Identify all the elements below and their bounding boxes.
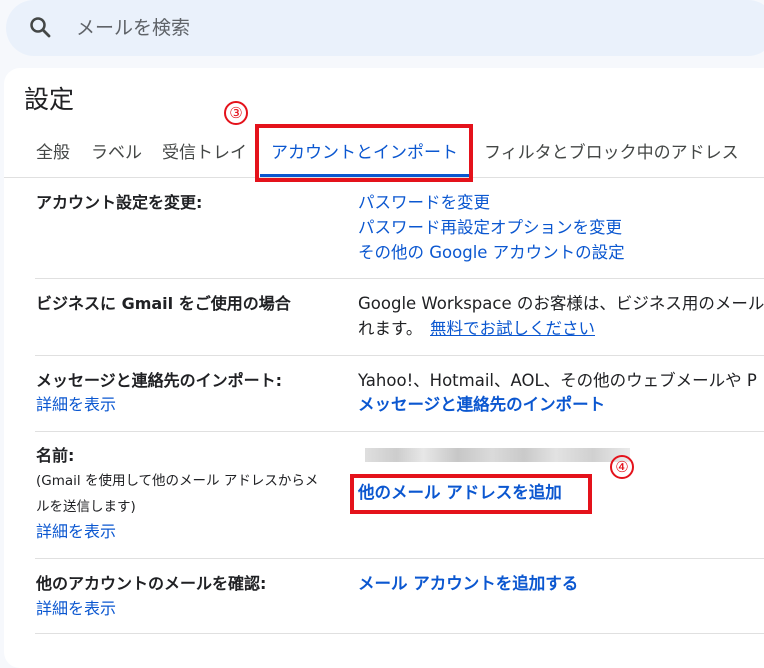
import-label: メッセージと連絡先のインポート: (36, 371, 283, 390)
step-4-marker: ④ (610, 455, 634, 479)
add-mail-account-link[interactable]: メール アカウントを追加する (358, 573, 578, 595)
row-divider (35, 633, 764, 634)
check-mail-label: 他のアカウントのメールを確認: (36, 574, 267, 593)
search-input[interactable]: メールを検索 (76, 15, 190, 41)
import-details-link[interactable]: 詳細を表示 (36, 394, 116, 416)
free-trial-link[interactable]: 無料でお試しください (430, 318, 595, 340)
tab-general[interactable]: 全般 (36, 142, 70, 164)
business-text-continued: れます。 (358, 319, 423, 338)
row-divider (35, 431, 764, 432)
import-description: Yahoo!、Hotmail、AOL、その他のウェブメールや P (358, 371, 757, 390)
name-description-continued: ルを送信します) (36, 499, 136, 515)
change-account-label: アカウント設定を変更: (36, 193, 203, 212)
step-3-marker: ③ (224, 101, 248, 125)
business-text: Google Workspace のお客様は、ビジネス用のメール (358, 294, 764, 313)
callout-box-step3 (255, 124, 473, 182)
tab-filters-and-blocked[interactable]: フィルタとブロック中のアドレス (484, 142, 739, 164)
row-divider (35, 278, 764, 279)
name-description: (Gmail を使用して他のメール アドレスからメ (36, 473, 319, 489)
tab-inbox[interactable]: 受信トレイ (162, 142, 247, 164)
change-password-link[interactable]: パスワードを変更 (358, 192, 490, 214)
password-recovery-link[interactable]: パスワード再設定オプションを変更 (358, 217, 622, 239)
callout-box-step4 (350, 474, 592, 514)
row-divider (35, 558, 764, 559)
name-label: 名前: (36, 446, 75, 465)
business-label: ビジネスに Gmail をご使用の場合 (36, 294, 291, 313)
search-icon[interactable] (28, 15, 52, 39)
google-account-settings-link[interactable]: その他の Google アカウントの設定 (358, 242, 625, 264)
check-mail-details-link[interactable]: 詳細を表示 (36, 598, 116, 620)
name-details-link[interactable]: 詳細を表示 (36, 521, 116, 543)
row-divider (35, 355, 764, 356)
import-messages-contacts-link[interactable]: メッセージと連絡先のインポート (358, 394, 605, 416)
redacted-name (365, 448, 630, 462)
tab-labels[interactable]: ラベル (91, 142, 142, 164)
page-title: 設定 (24, 85, 75, 114)
